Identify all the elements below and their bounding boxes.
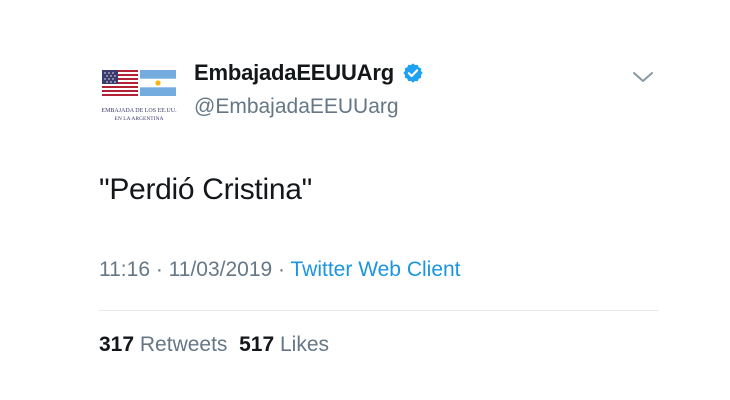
tweet-meta: 11:16 · 11/03/2019 · Twitter Web Client (99, 258, 461, 282)
embassy-flags-logo: EMBAJADA DE LOS EE.UU. EN LA ARGENTINA (101, 70, 177, 122)
verified-badge-icon (402, 62, 424, 84)
user-handle[interactable]: @EmbajadaEEUUarg (194, 95, 399, 119)
display-name[interactable]: EmbajadaEEUUArg (194, 60, 394, 86)
tweet-source-link[interactable]: Twitter Web Client (291, 258, 461, 281)
tweet-time[interactable]: 11:16 (99, 258, 150, 281)
tweet-text: "Perdió Cristina" (99, 173, 312, 206)
likes-stat[interactable]: 517 Likes (239, 333, 329, 356)
retweets-label: Retweets (139, 333, 228, 356)
author-name-row: EmbajadaEEUUArg (194, 60, 424, 86)
divider (99, 310, 659, 311)
svg-text:EN LA ARGENTINA: EN LA ARGENTINA (115, 116, 164, 122)
chevron-down-icon[interactable] (632, 70, 654, 84)
retweets-count: 317 (99, 333, 135, 356)
avatar[interactable]: EMBAJADA DE LOS EE.UU. EN LA ARGENTINA (100, 66, 178, 134)
tweet-stats: 317 Retweets 517 Likes (99, 333, 329, 357)
tweet-date[interactable]: 11/03/2019 (169, 258, 273, 281)
meta-separator: · (272, 258, 291, 281)
retweets-stat[interactable]: 317 Retweets (99, 333, 227, 356)
likes-count: 517 (239, 333, 275, 356)
svg-text:EMBAJADA DE LOS EE.UU.: EMBAJADA DE LOS EE.UU. (101, 108, 177, 114)
likes-label: Likes (280, 333, 330, 356)
meta-separator: · (150, 258, 169, 281)
tweet-card: EMBAJADA DE LOS EE.UU. EN LA ARGENTINA E… (0, 0, 730, 400)
